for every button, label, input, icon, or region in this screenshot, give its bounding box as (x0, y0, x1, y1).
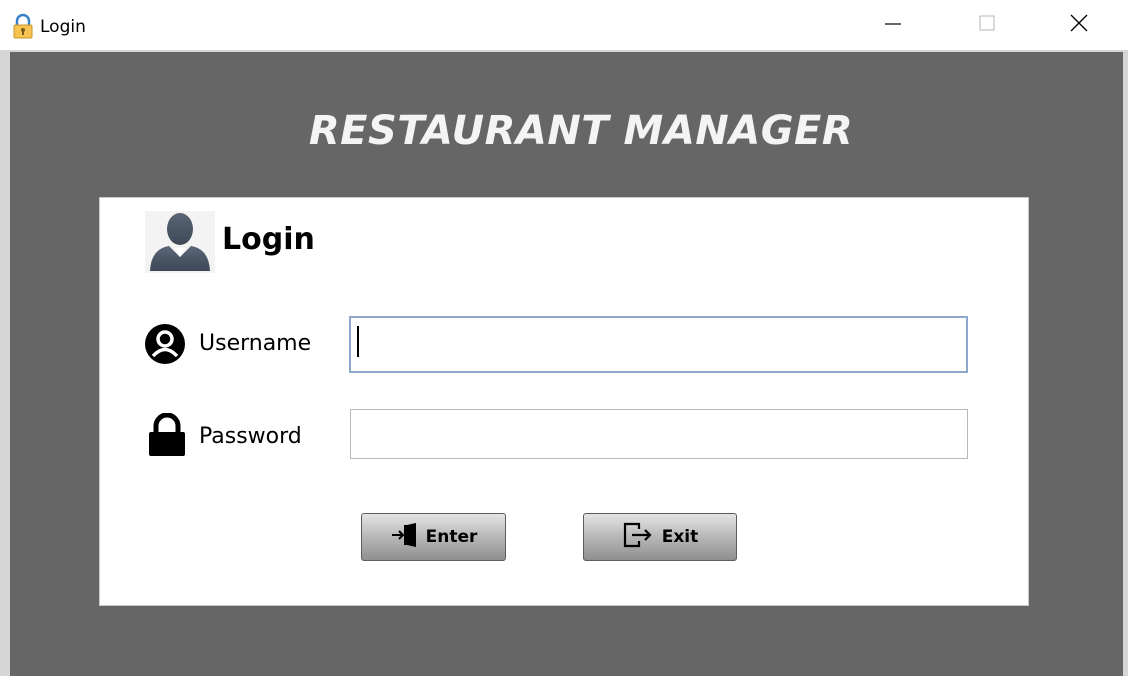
password-input[interactable] (350, 409, 968, 459)
text-caret (357, 326, 359, 357)
window-title: Login (40, 17, 86, 37)
close-icon (1069, 13, 1089, 38)
window-titlebar: Login (0, 0, 1128, 50)
username-label: Username (199, 331, 312, 356)
lock-icon (12, 13, 34, 39)
exit-button-label: Exit (661, 527, 699, 547)
door-enter-icon (390, 522, 418, 552)
user-circle-icon (144, 323, 186, 370)
user-avatar-icon (145, 211, 215, 273)
username-input[interactable] (349, 316, 968, 373)
maximize-icon (978, 14, 996, 37)
app-title: RESTAURANT MANAGER (308, 108, 854, 154)
login-panel (99, 197, 1029, 606)
login-heading: Login (222, 222, 315, 257)
password-label: Password (199, 424, 302, 449)
close-button[interactable] (1048, 0, 1110, 50)
maximize-button[interactable] (956, 0, 1018, 50)
exit-button[interactable]: Exit (583, 513, 737, 561)
exit-icon (622, 522, 654, 553)
padlock-icon (146, 412, 188, 462)
enter-button[interactable]: Enter (361, 513, 506, 561)
minimize-button[interactable] (862, 0, 924, 50)
enter-button-label: Enter (425, 527, 478, 547)
minimize-icon (884, 14, 902, 37)
